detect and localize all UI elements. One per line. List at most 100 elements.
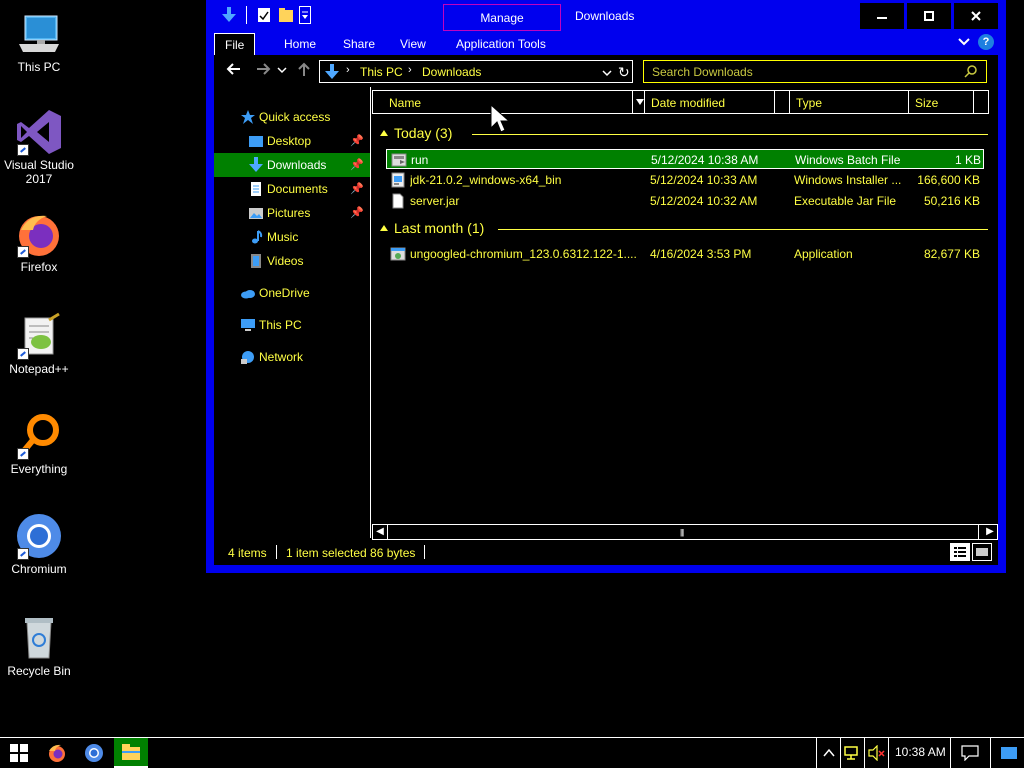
desktop-icon-label: Notepad++ — [9, 362, 69, 376]
maximize-button[interactable] — [907, 3, 951, 29]
nav-item-downloads[interactable]: Downloads 📌 — [214, 153, 370, 177]
desktop-icon-notepad-plus-plus[interactable]: Notepad++ — [4, 312, 74, 376]
nav-item-onedrive[interactable]: OneDrive — [214, 281, 370, 305]
up-arrow-icon[interactable] — [294, 61, 314, 81]
file-row[interactable]: ungoogled-chromium_123.0.6312.122-1.... … — [386, 244, 984, 264]
column-resize-handle[interactable] — [774, 90, 790, 114]
taskbar-file-explorer-icon[interactable] — [114, 738, 148, 768]
start-windows-icon[interactable] — [4, 738, 34, 768]
volume-muted-icon[interactable] — [866, 738, 888, 768]
action-center-notification-icon[interactable] — [958, 738, 982, 768]
pictures-folder-icon — [248, 205, 264, 221]
taskbar-firefox-icon[interactable] — [42, 738, 72, 768]
taskbar-chromium-icon[interactable] — [79, 738, 109, 768]
download-arrow-icon[interactable] — [220, 6, 238, 24]
recent-locations-chevron-icon[interactable] — [276, 61, 288, 81]
onedrive-cloud-icon — [240, 285, 256, 301]
toolbar-divider — [246, 6, 247, 24]
search-icon[interactable] — [964, 64, 978, 81]
file-row[interactable]: jdk-21.0.2_windows-x64_bin 5/12/2024 10:… — [386, 170, 984, 190]
nav-item-pictures[interactable]: Pictures 📌 — [214, 201, 370, 225]
nav-item-quick-access[interactable]: Quick access — [214, 105, 370, 129]
file-size: 1 KB — [954, 153, 981, 167]
help-icon[interactable]: ? — [978, 34, 994, 50]
network-status-icon[interactable] — [842, 738, 864, 768]
desktop-icon-label: Chromium — [11, 562, 67, 576]
file-row[interactable]: run 5/12/2024 10:38 AM Windows Batch Fil… — [386, 149, 984, 169]
nav-item-videos[interactable]: Videos — [214, 249, 370, 273]
breadcrumb-separator-icon[interactable]: › — [346, 64, 350, 76]
pin-icon[interactable]: 📌 — [350, 201, 364, 225]
desktop-icon-everything[interactable]: Everything — [4, 412, 74, 476]
group-header-today[interactable]: Today (3) — [380, 123, 452, 143]
pin-icon[interactable]: 📌 — [350, 177, 364, 201]
status-divider — [424, 545, 425, 559]
customize-toolbar-dropdown-icon[interactable] — [299, 6, 311, 24]
group-label: Today (3) — [394, 125, 453, 141]
nav-item-documents[interactable]: Documents 📌 — [214, 177, 370, 201]
desktop-icon-this-pc[interactable]: This PC — [4, 10, 74, 74]
breadcrumb-downloads[interactable]: Downloads — [422, 65, 481, 79]
pin-icon[interactable]: 📌 — [350, 129, 364, 153]
tab-application-tools[interactable]: Application Tools — [448, 33, 554, 55]
expand-ribbon-chevron-icon[interactable] — [958, 35, 970, 50]
desktop-icon-visual-studio[interactable]: Visual Studio 2017 — [4, 108, 74, 186]
ribbon-tab-bar: File Home Share View Application Tools ? — [206, 31, 1006, 55]
navigation-pane: Quick access Desktop 📌 Downloads 📌 Docum… — [214, 87, 371, 538]
search-box[interactable] — [643, 60, 987, 83]
scroll-left-arrow-icon[interactable]: ◀ — [373, 525, 387, 539]
column-header-label: Type — [796, 96, 823, 110]
details-view-icon[interactable] — [950, 543, 970, 561]
file-list: Name Date modified Type Size Today (3) r… — [372, 87, 998, 540]
this-pc-icon — [15, 10, 63, 58]
tab-file[interactable]: File — [214, 33, 256, 55]
explorer-content: Quick access Desktop 📌 Downloads 📌 Docum… — [214, 87, 998, 565]
desktop-icon-label: Recycle Bin — [7, 664, 71, 678]
scrollbar-thumb[interactable]: ||| — [387, 525, 979, 539]
music-note-icon — [248, 229, 264, 245]
properties-icon[interactable] — [255, 6, 273, 24]
back-arrow-icon[interactable] — [224, 61, 244, 81]
column-header-date-modified[interactable]: Date modified — [644, 90, 790, 114]
tray-divider — [816, 738, 817, 768]
scroll-right-arrow-icon[interactable]: ▶ — [983, 525, 997, 539]
address-bar-row: › This PC › Downloads ↻ — [214, 55, 998, 87]
large-icons-view-icon[interactable] — [972, 543, 992, 561]
tab-share[interactable]: Share — [335, 33, 383, 55]
address-bar[interactable]: › This PC › Downloads ↻ — [319, 60, 633, 83]
desktop-icon-firefox[interactable]: Firefox — [4, 210, 74, 274]
column-resize-handle[interactable] — [973, 90, 989, 114]
application-exe-icon — [390, 246, 406, 262]
breadcrumb-separator-icon[interactable]: › — [408, 64, 412, 76]
tab-view[interactable]: View — [392, 33, 434, 55]
pin-icon[interactable]: 📌 — [350, 153, 364, 177]
desktop-icon-recycle-bin[interactable]: Recycle Bin — [4, 614, 74, 678]
collapse-triangle-icon[interactable] — [380, 225, 388, 231]
new-folder-icon[interactable] — [277, 6, 295, 24]
nav-item-desktop[interactable]: Desktop 📌 — [214, 129, 370, 153]
breadcrumb-this-pc[interactable]: This PC — [360, 65, 403, 79]
group-header-last-month[interactable]: Last month (1) — [380, 218, 484, 238]
nav-item-this-pc[interactable]: This PC — [214, 313, 370, 337]
file-name: server.jar — [410, 194, 460, 208]
nav-item-label: Downloads — [267, 158, 327, 172]
file-row[interactable]: server.jar 5/12/2024 10:32 AM Executable… — [386, 191, 984, 211]
taskbar-clock[interactable]: 10:38 AM — [895, 745, 946, 759]
desktop-icon-chromium[interactable]: Chromium — [4, 512, 74, 576]
nav-item-music[interactable]: Music — [214, 225, 370, 249]
refresh-icon[interactable]: ↻ — [618, 64, 630, 81]
forward-arrow-icon[interactable] — [253, 61, 273, 81]
column-header-type[interactable]: Type — [789, 90, 909, 114]
minimize-button[interactable] — [860, 3, 904, 29]
show-desktop-icon[interactable] — [996, 738, 1022, 768]
manage-context-tab[interactable]: Manage — [443, 4, 561, 31]
search-input[interactable] — [652, 64, 952, 80]
show-hidden-icons-chevron-icon[interactable] — [818, 738, 840, 768]
address-history-chevron-icon[interactable] — [602, 67, 612, 81]
horizontal-scrollbar[interactable]: ◀ ||| ▶ — [372, 524, 998, 540]
column-header-size[interactable]: Size — [908, 90, 982, 114]
close-button[interactable] — [954, 3, 998, 29]
collapse-triangle-icon[interactable] — [380, 130, 388, 136]
nav-item-network[interactable]: Network — [214, 345, 370, 369]
tab-home[interactable]: Home — [276, 33, 324, 55]
